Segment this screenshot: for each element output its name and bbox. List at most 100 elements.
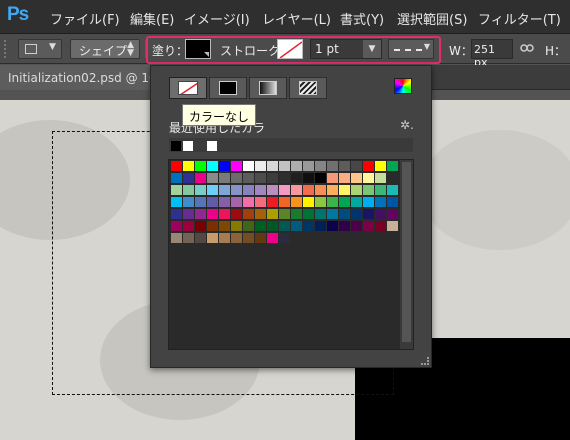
gear-icon[interactable]: ✲. [400,118,414,132]
color-swatch[interactable] [171,221,182,231]
color-swatch[interactable] [315,221,326,231]
color-picker-icon[interactable] [394,78,412,94]
link-icon[interactable] [520,41,534,55]
color-swatch[interactable] [219,185,230,195]
color-swatch[interactable] [339,161,350,171]
color-swatch[interactable] [183,221,194,231]
color-swatch[interactable] [195,197,206,207]
pattern-button[interactable] [289,77,327,99]
color-swatch[interactable] [231,209,242,219]
color-swatch[interactable] [291,161,302,171]
tool-preset-picker[interactable]: ▼ [18,39,62,59]
color-swatch[interactable] [183,233,194,243]
color-swatch[interactable] [267,173,278,183]
color-swatch[interactable] [315,197,326,207]
color-swatch[interactable] [171,233,182,243]
color-swatch[interactable] [183,197,194,207]
color-swatch[interactable] [195,161,206,171]
color-swatch[interactable] [231,233,242,243]
color-swatch[interactable] [219,197,230,207]
color-swatch[interactable] [195,173,206,183]
color-swatch[interactable] [279,221,290,231]
color-swatch[interactable] [351,185,362,195]
color-swatch[interactable] [375,209,386,219]
color-swatch[interactable] [183,209,194,219]
color-swatch[interactable] [339,185,350,195]
options-bar-grip[interactable] [4,40,10,58]
color-swatch[interactable] [243,173,254,183]
color-swatch[interactable] [171,161,182,171]
color-swatch[interactable] [387,197,398,207]
recent-color-swatch[interactable] [183,141,193,151]
color-swatch[interactable] [303,161,314,171]
color-swatch[interactable] [351,197,362,207]
color-swatch[interactable] [315,161,326,171]
color-swatch[interactable] [303,197,314,207]
color-swatch[interactable] [303,173,314,183]
color-swatch[interactable] [327,173,338,183]
color-swatch[interactable] [291,209,302,219]
color-swatch[interactable] [267,185,278,195]
gradient-button[interactable] [249,77,287,99]
color-swatch[interactable] [363,197,374,207]
menu-filter[interactable]: フィルター(T) [478,9,561,28]
color-swatch[interactable] [243,209,254,219]
color-swatch[interactable] [171,185,182,195]
color-swatch[interactable] [315,185,326,195]
color-swatch[interactable] [327,221,338,231]
color-swatch[interactable] [291,197,302,207]
color-swatch[interactable] [387,221,398,231]
color-swatch[interactable] [375,161,386,171]
color-swatch[interactable] [195,209,206,219]
menu-edit[interactable]: 編集(E) [130,9,174,28]
document-tab[interactable]: Initialization02.psd @ 100 [0,65,150,90]
color-swatch[interactable] [231,197,242,207]
color-swatch[interactable] [375,197,386,207]
menu-image[interactable]: イメージ(I) [184,9,250,28]
recent-color-swatch[interactable] [171,141,181,151]
color-swatch[interactable] [279,161,290,171]
color-swatch[interactable] [351,173,362,183]
color-swatch[interactable] [363,221,374,231]
shape-mode-select[interactable]: シェイプ ▲ ▼ [70,39,140,59]
color-swatch[interactable] [339,197,350,207]
color-swatch[interactable] [255,173,266,183]
color-swatch[interactable] [279,197,290,207]
menu-file[interactable]: ファイル(F) [50,9,120,28]
color-swatch[interactable] [267,209,278,219]
color-swatch[interactable] [243,233,254,243]
color-swatch[interactable] [339,221,350,231]
color-swatch[interactable] [183,161,194,171]
color-swatch[interactable] [243,197,254,207]
color-swatch[interactable] [375,185,386,195]
color-swatch[interactable] [255,221,266,231]
color-swatch[interactable] [243,185,254,195]
width-input[interactable]: 251 px [471,39,513,69]
color-swatch[interactable] [207,209,218,219]
color-swatch[interactable] [387,209,398,219]
menu-layer[interactable]: レイヤー(L) [262,9,331,28]
color-swatch[interactable] [279,185,290,195]
color-swatch[interactable] [207,185,218,195]
color-swatch[interactable] [195,185,206,195]
color-swatch[interactable] [171,197,182,207]
color-swatch[interactable] [207,221,218,231]
color-swatch[interactable] [375,221,386,231]
color-swatch[interactable] [207,161,218,171]
color-swatch[interactable] [327,197,338,207]
color-swatch[interactable] [243,161,254,171]
color-swatch[interactable] [351,209,362,219]
color-swatch[interactable] [255,209,266,219]
color-swatch[interactable] [207,173,218,183]
color-swatch[interactable] [351,161,362,171]
color-swatch[interactable] [231,173,242,183]
color-swatch[interactable] [219,173,230,183]
scrollbar-thumb[interactable] [402,162,411,342]
color-swatch[interactable] [207,197,218,207]
color-swatch[interactable] [219,161,230,171]
color-swatch[interactable] [255,161,266,171]
color-swatch[interactable] [375,173,386,183]
color-swatch[interactable] [327,209,338,219]
color-swatch[interactable] [171,173,182,183]
color-swatch[interactable] [387,185,398,195]
